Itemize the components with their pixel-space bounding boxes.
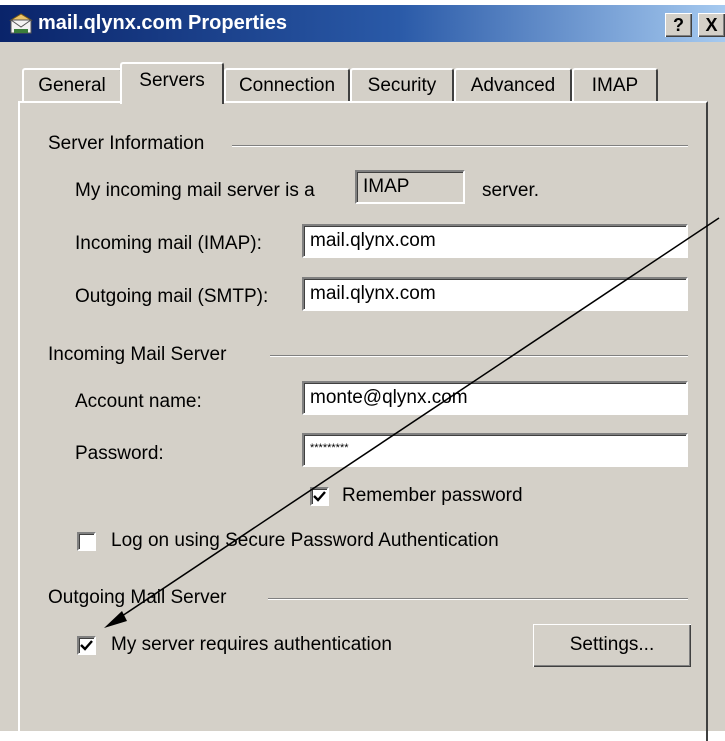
group-divider bbox=[270, 355, 688, 357]
tab-general[interactable]: General bbox=[22, 68, 122, 102]
server-requires-auth-checkbox[interactable] bbox=[77, 636, 96, 655]
tab-imap[interactable]: IMAP bbox=[572, 68, 658, 102]
incoming-mail-field[interactable]: mail.qlynx.com bbox=[302, 224, 688, 258]
server-requires-auth-label[interactable]: My server requires authentication bbox=[111, 634, 392, 656]
incoming-server-type-field: IMAP bbox=[355, 170, 465, 204]
tab-advanced[interactable]: Advanced bbox=[454, 68, 572, 102]
tab-connection[interactable]: Connection bbox=[224, 68, 350, 102]
account-name-label: Account name: bbox=[75, 391, 202, 412]
outgoing-mail-label: Outgoing mail (SMTP): bbox=[75, 286, 269, 307]
mail-account-icon bbox=[9, 13, 33, 34]
outgoing-mail-server-group-label: Outgoing Mail Server bbox=[48, 587, 227, 608]
incoming-type-suffix: server. bbox=[482, 180, 540, 201]
checkmark-icon bbox=[313, 491, 326, 502]
help-button[interactable]: ? bbox=[665, 13, 692, 37]
server-information-group-label: Server Information bbox=[48, 133, 205, 154]
remember-password-label[interactable]: Remember password bbox=[342, 485, 523, 507]
tab-servers[interactable]: Servers bbox=[120, 62, 224, 104]
title-bar[interactable]: mail.qlynx.com Properties ? X bbox=[0, 5, 725, 42]
account-name-field[interactable]: monte@qlynx.com bbox=[302, 381, 688, 415]
password-label: Password: bbox=[75, 443, 164, 464]
tab-security[interactable]: Security bbox=[350, 68, 454, 102]
password-field[interactable]: ********* bbox=[302, 433, 688, 467]
close-button[interactable]: X bbox=[698, 13, 725, 37]
incoming-type-prefix: My incoming mail server is a bbox=[75, 180, 315, 201]
settings-button[interactable]: Settings... bbox=[533, 624, 691, 667]
incoming-mail-label: Incoming mail (IMAP): bbox=[75, 233, 262, 254]
window-title: mail.qlynx.com Properties bbox=[38, 12, 287, 34]
spa-checkbox[interactable] bbox=[77, 532, 96, 551]
remember-password-checkbox[interactable] bbox=[310, 487, 329, 506]
spa-label[interactable]: Log on using Secure Password Authenticat… bbox=[111, 530, 499, 552]
checkmark-icon bbox=[80, 640, 93, 651]
group-divider bbox=[268, 598, 688, 600]
group-divider bbox=[232, 145, 688, 147]
outgoing-mail-field[interactable]: mail.qlynx.com bbox=[302, 277, 688, 311]
incoming-mail-server-group-label: Incoming Mail Server bbox=[48, 344, 227, 365]
